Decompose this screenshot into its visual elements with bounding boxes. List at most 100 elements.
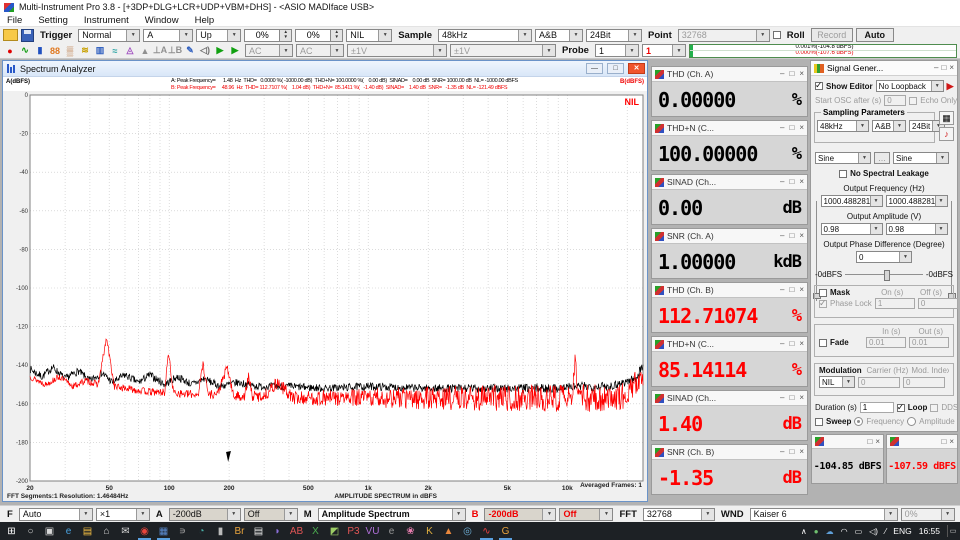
- sample-channels-select[interactable]: A&B▼: [535, 29, 583, 42]
- tray-volume-icon[interactable]: ◁): [869, 527, 878, 536]
- loopback-select[interactable]: No Loopback▼: [876, 80, 944, 92]
- gen-note-icon[interactable]: ♪: [939, 127, 954, 141]
- spinner-arrows-icon[interactable]: ▲▼: [330, 30, 342, 41]
- meter-panel-titlebar[interactable]: SINAD (Ch...–□×: [652, 391, 807, 406]
- minimize-button[interactable]: –: [780, 393, 784, 403]
- meter-panel-titlebar[interactable]: SNR (Ch. A)–□×: [652, 229, 807, 244]
- a-range-select[interactable]: -200dB▼: [169, 508, 241, 521]
- sample-bits-select[interactable]: 24Bit▼: [586, 29, 642, 42]
- tray-pen-icon[interactable]: ⁄: [885, 527, 886, 536]
- waveform-b-select[interactable]: Sine▼: [893, 152, 949, 164]
- mini-meter-titlebar[interactable]: □ ×: [887, 435, 957, 449]
- probe-a-select[interactable]: 1▼: [595, 44, 639, 57]
- roll-checkbox[interactable]: [773, 31, 781, 39]
- no-spectral-leakage-checkbox[interactable]: [839, 170, 847, 178]
- ground-a-icon[interactable]: ⊥A: [153, 44, 167, 57]
- trigger-mode-select[interactable]: Normal▼: [78, 29, 140, 42]
- zoom-select[interactable]: ×1▼: [96, 508, 150, 521]
- vu-app-icon[interactable]: VU: [363, 522, 382, 540]
- action-center-icon[interactable]: ▭: [947, 525, 958, 537]
- sound-device-icon[interactable]: ◁): [198, 44, 212, 57]
- phase-select[interactable]: 0▼: [856, 251, 912, 263]
- multi-instrument-icon[interactable]: ∿: [477, 522, 496, 540]
- probe-b-select[interactable]: 1▼: [642, 44, 686, 57]
- maximize-button[interactable]: □: [941, 437, 946, 447]
- menu-instrument[interactable]: Instrument: [84, 15, 129, 26]
- close-button[interactable]: ×: [949, 63, 954, 73]
- maximize-button[interactable]: □: [789, 285, 794, 295]
- display-mode-select[interactable]: Amplitude Spectrum▼: [318, 508, 466, 521]
- device-test-plan-icon[interactable]: ◬: [123, 44, 137, 57]
- calibration-icon[interactable]: ✎: [183, 44, 197, 57]
- close-button[interactable]: ×: [799, 231, 804, 241]
- hold-icon[interactable]: ▲: [138, 44, 152, 57]
- fade-checkbox[interactable]: [819, 339, 827, 347]
- loop-checkbox[interactable]: [897, 404, 905, 412]
- run-icon[interactable]: ●: [3, 44, 17, 57]
- terminal-icon[interactable]: ▮: [211, 522, 230, 540]
- close-button[interactable]: ✕: [628, 63, 645, 74]
- maximize-button[interactable]: □: [789, 447, 794, 457]
- open-file-icon[interactable]: [3, 29, 18, 41]
- clock[interactable]: 16:55: [919, 526, 940, 536]
- app-dark-icon[interactable]: ∍: [173, 522, 192, 540]
- app-e-icon[interactable]: e: [382, 522, 401, 540]
- derived-dp-icon[interactable]: ≈: [108, 44, 122, 57]
- vlc-icon[interactable]: ▲: [439, 522, 458, 540]
- spectrum-analyzer-icon[interactable]: ▮: [33, 44, 47, 57]
- notepad-icon[interactable]: ▤: [249, 522, 268, 540]
- close-button[interactable]: ×: [799, 447, 804, 457]
- minimize-button[interactable]: –: [780, 177, 784, 187]
- show-editor-checkbox[interactable]: [815, 82, 823, 90]
- meter-panel-titlebar[interactable]: SNR (Ch. B)–□×: [652, 445, 807, 460]
- gen-channels-select[interactable]: A&B▼: [872, 120, 906, 132]
- tray-call-icon[interactable]: ●: [814, 527, 819, 536]
- photos-icon[interactable]: ❀: [401, 522, 420, 540]
- duration-field[interactable]: 1: [860, 402, 894, 413]
- start-button[interactable]: ⊞: [2, 522, 21, 540]
- save-file-icon[interactable]: [21, 29, 34, 42]
- menu-help[interactable]: Help: [195, 15, 215, 26]
- trigger-delay-spinner[interactable]: 0%▲▼: [295, 29, 343, 42]
- sample-rate-select[interactable]: 48kHz▼: [438, 29, 532, 42]
- maximize-button[interactable]: □: [789, 231, 794, 241]
- spinner-arrows-icon[interactable]: ▲▼: [279, 30, 291, 41]
- b-range-select[interactable]: -200dB▼: [484, 508, 556, 521]
- minimize-button[interactable]: –: [780, 447, 784, 457]
- app-purple-icon[interactable]: ◗: [268, 522, 287, 540]
- minimize-button[interactable]: –: [780, 231, 784, 241]
- tray-cloud-icon[interactable]: ☁: [826, 527, 834, 536]
- auto-button[interactable]: Auto: [856, 28, 894, 42]
- mini-meter-titlebar[interactable]: □ ×: [812, 435, 883, 449]
- minimize-button[interactable]: —: [586, 63, 603, 74]
- language-indicator[interactable]: ENG: [893, 526, 911, 536]
- audition-icon[interactable]: AB: [287, 522, 306, 540]
- menu-setting[interactable]: Setting: [38, 15, 68, 26]
- minimize-button[interactable]: –: [780, 339, 784, 349]
- sweep-checkbox[interactable]: [815, 418, 823, 426]
- balance-slider[interactable]: [845, 274, 923, 275]
- meter-panel-titlebar[interactable]: THD+N (C...–□×: [652, 121, 807, 136]
- trigger-edge-select[interactable]: Up▼: [196, 29, 241, 42]
- maximize-button[interactable]: □: [789, 393, 794, 403]
- app-green-icon[interactable]: ◩: [325, 522, 344, 540]
- frequency-axis-select[interactable]: Auto▼: [19, 508, 93, 521]
- store-icon[interactable]: ⌂: [97, 522, 116, 540]
- meter-panel-titlebar[interactable]: THD (Ch. A)–□×: [652, 67, 807, 82]
- task-view-icon[interactable]: ▣: [40, 522, 59, 540]
- trigger-source-select[interactable]: A▼: [143, 29, 193, 42]
- b-ref-select[interactable]: Off▼: [559, 508, 613, 521]
- meter-panel-titlebar[interactable]: SINAD (Ch...–□×: [652, 175, 807, 190]
- bridge-app-icon[interactable]: Br: [230, 522, 249, 540]
- app-k-icon[interactable]: K: [420, 522, 439, 540]
- menu-file[interactable]: File: [7, 15, 22, 26]
- mail-icon[interactable]: ✉: [116, 522, 135, 540]
- save-app-icon[interactable]: ▦: [154, 522, 173, 540]
- maximize-button[interactable]: □: [941, 63, 946, 73]
- close-button[interactable]: ×: [799, 285, 804, 295]
- menu-window[interactable]: Window: [145, 15, 179, 26]
- excel-icon[interactable]: X: [306, 522, 325, 540]
- ddp-viewer-icon[interactable]: ▥: [93, 44, 107, 57]
- tray-expand-icon[interactable]: ∧: [801, 527, 807, 536]
- frequency-a-select[interactable]: 1000.4882812▼: [821, 195, 883, 207]
